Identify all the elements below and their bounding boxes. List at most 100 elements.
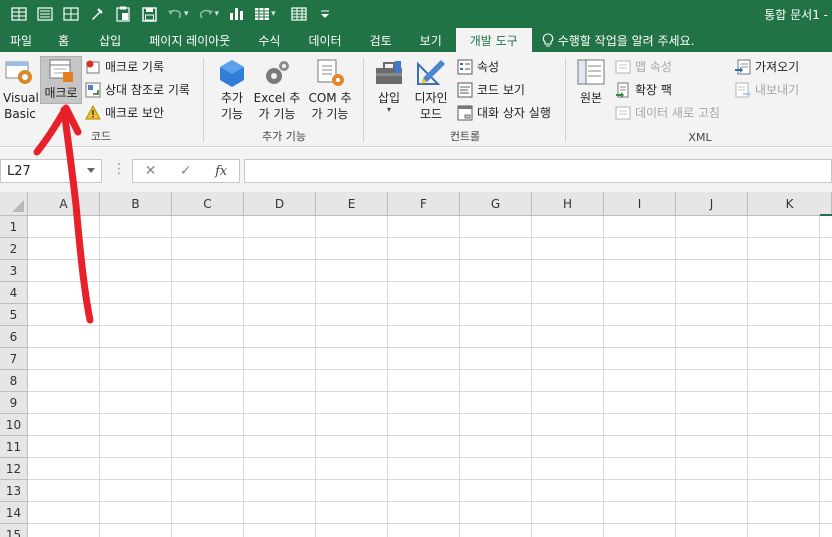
row-header[interactable]: 3 xyxy=(0,260,28,282)
row-header[interactable]: 13 xyxy=(0,480,28,502)
save-icon[interactable] xyxy=(136,3,162,25)
form-icon[interactable] xyxy=(32,3,58,25)
cell-area[interactable] xyxy=(28,216,832,537)
macro-security-button[interactable]: 매크로 보안 xyxy=(84,102,164,123)
relative-reference-icon xyxy=(84,81,102,99)
name-box[interactable]: L27 xyxy=(0,159,102,183)
enter-icon[interactable]: ✓ xyxy=(180,163,192,179)
com-addins-icon xyxy=(313,56,347,90)
tell-me-box[interactable]: 수행할 작업을 알려 주세요. xyxy=(532,28,694,52)
tab-review[interactable]: 검토 xyxy=(356,28,406,52)
quick-access-toolbar: ▾ ▾ ▾ xyxy=(0,0,338,28)
tab-view[interactable]: 보기 xyxy=(406,28,456,52)
xml-source-label: 원본 xyxy=(579,91,603,105)
customize-icon[interactable] xyxy=(312,3,338,25)
tab-formulas[interactable]: 수식 xyxy=(244,28,294,52)
group-separator xyxy=(203,58,204,142)
lightbulb-icon xyxy=(542,33,553,47)
undo-dropdown-icon[interactable]: ▾ xyxy=(184,9,189,19)
relative-reference-button[interactable]: 상대 참조로 기록 xyxy=(84,79,190,100)
xml-source-button[interactable]: 원본 xyxy=(572,56,610,106)
column-header[interactable]: K xyxy=(748,192,832,216)
run-dialog-button[interactable]: 대화 상자 실행 xyxy=(456,102,551,123)
column-header[interactable]: A xyxy=(28,192,100,216)
row-header[interactable]: 12 xyxy=(0,458,28,480)
excel-addins-button[interactable]: Excel 추가 기능 xyxy=(252,56,302,122)
run-dialog-icon xyxy=(456,104,474,122)
import-label: 가져오기 xyxy=(755,60,800,74)
column-header[interactable]: E xyxy=(316,192,388,216)
matrix-dropdown-icon[interactable]: ▾ xyxy=(271,9,276,19)
import-button[interactable]: 가져오기 xyxy=(734,56,799,77)
row-header[interactable]: 10 xyxy=(0,414,28,436)
addins-button[interactable]: 추가 기능 xyxy=(212,56,252,122)
export-button[interactable]: 내보내기 xyxy=(734,79,799,100)
tab-home[interactable]: 홈 xyxy=(42,28,85,52)
view-code-button[interactable]: 코드 보기 xyxy=(456,79,525,100)
tab-page-layout[interactable]: 페이지 레이아웃 xyxy=(135,28,244,52)
select-all-button[interactable] xyxy=(0,192,28,216)
column-header[interactable]: G xyxy=(460,192,532,216)
insert-dropdown-icon: ▾ xyxy=(386,105,391,114)
run-dialog-label: 대화 상자 실행 xyxy=(477,106,551,120)
row-header[interactable]: 14 xyxy=(0,502,28,524)
gear-icon xyxy=(260,56,294,90)
paste-icon[interactable] xyxy=(110,3,136,25)
tab-data[interactable]: 데이터 xyxy=(294,28,355,52)
macro-icon xyxy=(44,57,78,85)
expansion-packs-button[interactable]: 확장 팩 xyxy=(614,79,672,100)
com-addins-label: COM 추가 기능 xyxy=(308,91,352,121)
tab-insert[interactable]: 삽입 xyxy=(85,28,135,52)
name-box-dropdown-icon[interactable] xyxy=(87,168,95,173)
design-mode-button[interactable]: 디자인 모드 xyxy=(410,56,452,122)
refresh-data-label: 데이터 새로 고침 xyxy=(635,106,720,120)
properties-button[interactable]: 속성 xyxy=(456,56,499,77)
row-header[interactable]: 15 xyxy=(0,524,28,537)
insert-function-icon[interactable]: fx xyxy=(215,164,227,179)
tab-file[interactable]: 파일 xyxy=(0,28,42,52)
row-header[interactable]: 11 xyxy=(0,436,28,458)
ribbon-tabs: 파일 홈 삽입 페이지 레이아웃 수식 데이터 검토 보기 개발 도구 수행할 … xyxy=(0,28,832,52)
macro-security-label: 매크로 보안 xyxy=(105,106,165,120)
title-bar: ▾ ▾ ▾ 통합 문서1 - xyxy=(0,0,832,28)
group-code: Visual Basic 매크로 매크로 기록 상대 참조로 기록 매크로 보안… xyxy=(0,52,202,147)
select-all-triangle xyxy=(12,200,24,212)
pin-icon[interactable] xyxy=(84,3,110,25)
map-properties-button[interactable]: 맵 속성 xyxy=(614,56,672,77)
column-header[interactable]: J xyxy=(676,192,748,216)
row-header[interactable]: 5 xyxy=(0,304,28,326)
visual-basic-button[interactable]: Visual Basic xyxy=(2,56,39,122)
export-label: 내보내기 xyxy=(755,83,800,97)
insert-control-label: 삽입 xyxy=(377,91,401,105)
row-header[interactable]: 2 xyxy=(0,238,28,260)
column-header[interactable]: I xyxy=(604,192,676,216)
column-header[interactable]: H xyxy=(532,192,604,216)
formula-bar-grip[interactable]: ⋮ xyxy=(112,161,126,177)
insert-control-button[interactable]: 삽입 ▾ xyxy=(370,56,408,114)
cancel-icon[interactable]: ✕ xyxy=(145,163,157,179)
redo-dropdown-icon[interactable]: ▾ xyxy=(215,9,220,19)
row-header[interactable]: 1 xyxy=(0,216,28,238)
row-header[interactable]: 8 xyxy=(0,370,28,392)
row-header[interactable]: 4 xyxy=(0,282,28,304)
table-icon[interactable] xyxy=(6,3,32,25)
chart-icon[interactable] xyxy=(223,3,249,25)
formula-input[interactable] xyxy=(244,159,832,183)
row-header[interactable]: 9 xyxy=(0,392,28,414)
column-header[interactable]: C xyxy=(172,192,244,216)
row-header[interactable]: 7 xyxy=(0,348,28,370)
tab-developer[interactable]: 개발 도구 xyxy=(455,28,532,52)
relative-reference-label: 상대 참조로 기록 xyxy=(105,83,190,97)
record-macro-button[interactable]: 매크로 기록 xyxy=(84,56,164,77)
macro-button[interactable]: 매크로 xyxy=(40,56,82,104)
grid-icon[interactable] xyxy=(58,3,84,25)
expansion-packs-icon xyxy=(614,81,632,99)
column-header[interactable]: D xyxy=(244,192,316,216)
column-header[interactable]: B xyxy=(100,192,172,216)
com-addins-button[interactable]: COM 추가 기능 xyxy=(302,56,358,122)
table2-icon[interactable] xyxy=(286,3,312,25)
refresh-data-button[interactable]: 데이터 새로 고침 xyxy=(614,102,720,123)
group-code-label: 코드 xyxy=(90,130,112,143)
column-header[interactable]: F xyxy=(388,192,460,216)
row-header[interactable]: 6 xyxy=(0,326,28,348)
